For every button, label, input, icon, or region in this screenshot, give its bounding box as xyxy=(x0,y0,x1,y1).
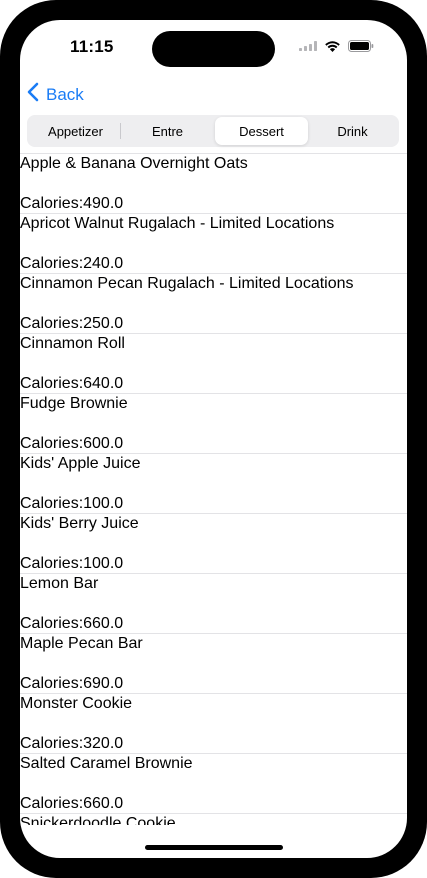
dessert-list[interactable]: Apple & Banana Overnight Oats Calories:4… xyxy=(20,153,407,825)
item-calories: Calories:660.0 xyxy=(20,795,124,812)
item-calories: Calories:240.0 xyxy=(20,255,124,272)
item-name: Salted Caramel Brownie xyxy=(20,755,193,772)
item-calories: Calories:320.0 xyxy=(20,735,124,752)
list-item[interactable]: Apricot Walnut Rugalach - Limited Locati… xyxy=(20,213,407,273)
device-frame: 11:15 Back Appetizer Entre Dessert Drink… xyxy=(0,0,427,878)
list-item[interactable]: Cinnamon Pecan Rugalach - Limited Locati… xyxy=(20,273,407,333)
item-name: Fudge Brownie xyxy=(20,395,128,412)
segment-appetizer[interactable]: Appetizer xyxy=(29,117,122,145)
home-indicator[interactable] xyxy=(145,845,283,850)
segment-drink[interactable]: Drink xyxy=(306,117,399,145)
list-item[interactable]: Fudge Brownie Calories:600.0 xyxy=(20,393,407,453)
list-item[interactable]: Salted Caramel Brownie Calories:660.0 xyxy=(20,753,407,813)
list-item[interactable]: Maple Pecan Bar Calories:690.0 xyxy=(20,633,407,693)
battery-icon xyxy=(348,40,374,52)
list-item[interactable]: Lemon Bar Calories:660.0 xyxy=(20,573,407,633)
item-calories: Calories:250.0 xyxy=(20,315,124,332)
wifi-icon xyxy=(324,40,341,52)
list-item[interactable]: Apple & Banana Overnight Oats Calories:4… xyxy=(20,153,407,213)
item-name: Monster Cookie xyxy=(20,695,133,712)
item-calories: Calories:640.0 xyxy=(20,375,124,392)
item-calories: Calories:100.0 xyxy=(20,555,124,572)
screen: 11:15 Back Appetizer Entre Dessert Drink… xyxy=(20,20,407,858)
item-name: Kids' Berry Juice xyxy=(20,515,139,532)
back-button[interactable]: Back xyxy=(27,82,84,107)
item-name: Lemon Bar xyxy=(20,575,99,592)
list-item[interactable]: Monster Cookie Calories:320.0 xyxy=(20,693,407,753)
list-item[interactable]: Snickerdoodle Cookie xyxy=(20,813,407,825)
item-name: Apricot Walnut Rugalach - Limited Locati… xyxy=(20,215,335,232)
item-calories: Calories:690.0 xyxy=(20,675,124,692)
cellular-signal-icon xyxy=(299,41,317,51)
item-name: Snickerdoodle Cookie xyxy=(20,815,176,825)
item-calories: Calories:660.0 xyxy=(20,615,124,632)
status-icons xyxy=(299,40,374,52)
item-name: Maple Pecan Bar xyxy=(20,635,143,652)
segment-entre[interactable]: Entre xyxy=(121,117,214,145)
item-name: Cinnamon Pecan Rugalach - Limited Locati… xyxy=(20,275,354,292)
list-item[interactable]: Kids' Berry Juice Calories:100.0 xyxy=(20,513,407,573)
segment-dessert[interactable]: Dessert xyxy=(215,117,308,145)
item-calories: Calories:100.0 xyxy=(20,495,124,512)
dynamic-island xyxy=(152,31,275,67)
chevron-left-icon xyxy=(27,82,46,107)
list-item[interactable]: Cinnamon Roll Calories:640.0 xyxy=(20,333,407,393)
list-item[interactable]: Kids' Apple Juice Calories:100.0 xyxy=(20,453,407,513)
status-time: 11:15 xyxy=(70,37,114,56)
back-label: Back xyxy=(46,84,84,104)
item-name: Cinnamon Roll xyxy=(20,335,125,352)
category-segmented-control: Appetizer Entre Dessert Drink xyxy=(27,115,399,147)
item-name: Apple & Banana Overnight Oats xyxy=(20,155,248,172)
item-calories: Calories:490.0 xyxy=(20,195,124,212)
item-name: Kids' Apple Juice xyxy=(20,455,141,472)
item-calories: Calories:600.0 xyxy=(20,435,124,452)
